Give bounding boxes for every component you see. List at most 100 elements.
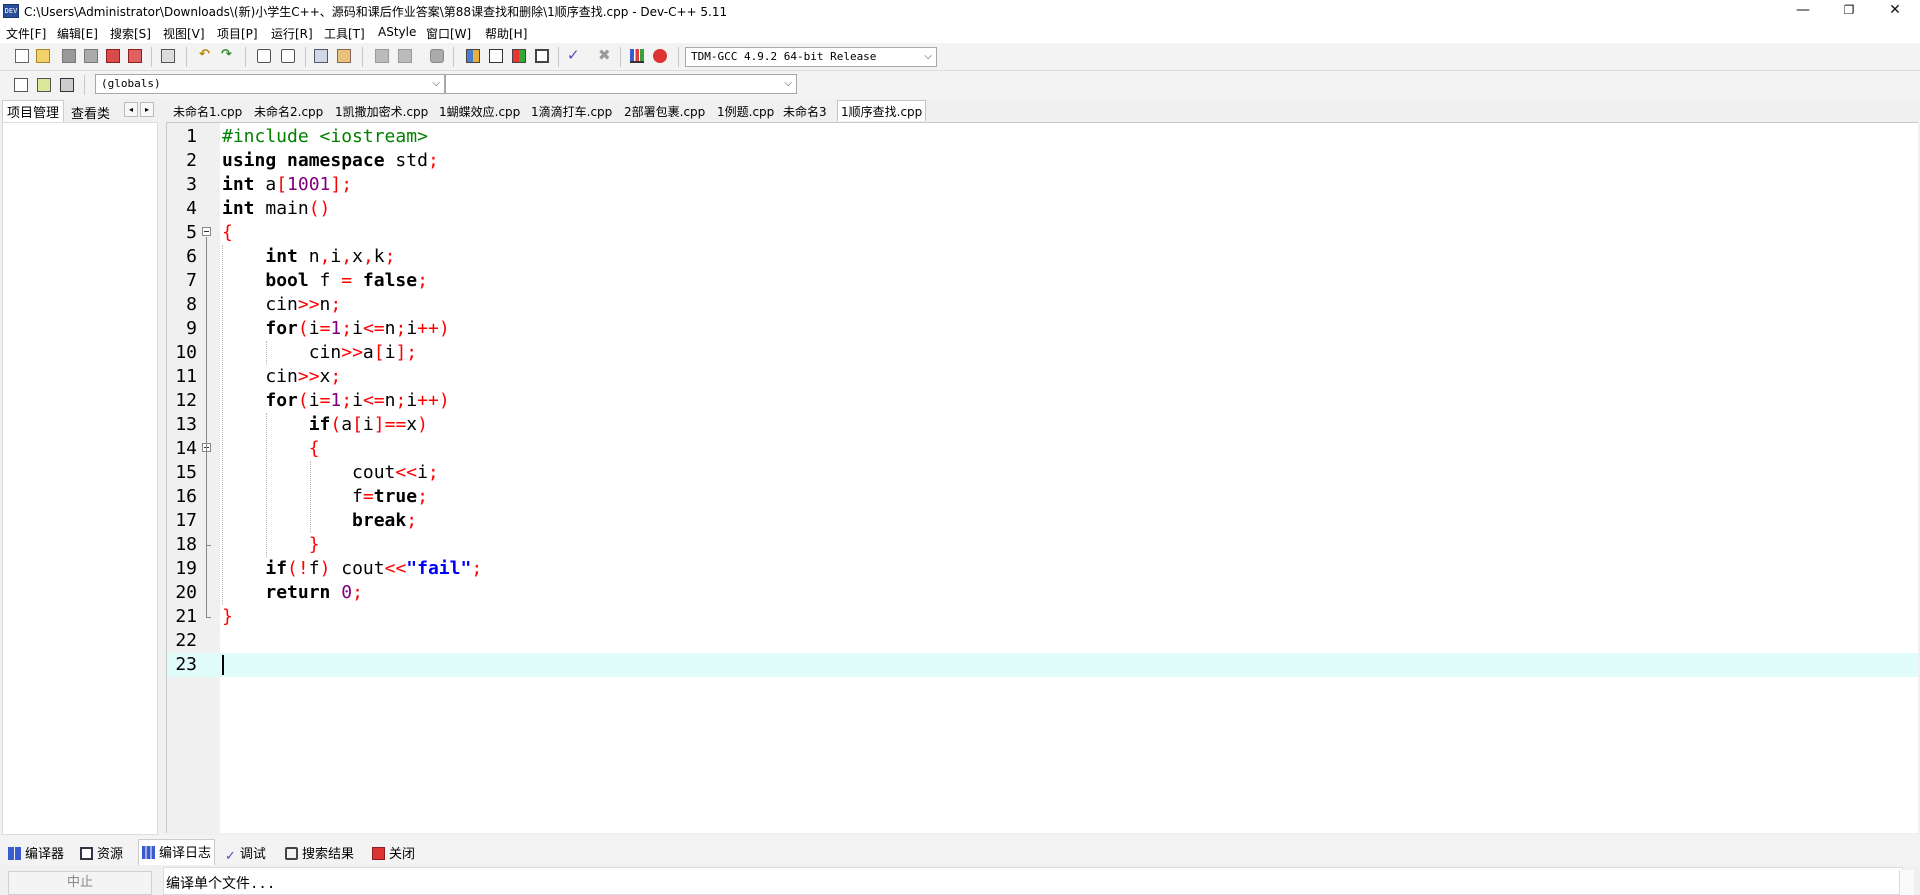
tab-debug[interactable]: ✓ 调试 [225,843,266,864]
profile-chart-icon[interactable] [627,46,647,66]
fold-region-if [206,453,207,545]
menu-astyle[interactable]: AStyle [378,25,416,39]
close-all-icon[interactable] [125,46,145,66]
code-line[interactable]: 2 using namespace std; [167,149,1918,173]
compile-log-output[interactable]: 编译单个文件... -------- [163,867,1903,895]
menu-run[interactable]: 运行[R] [271,25,313,42]
code-line[interactable]: 8 cin>>n; [167,293,1918,317]
close-button[interactable]: ✕ [1872,0,1918,22]
code-line[interactable]: 12 for(i=1;i<=n;i++) [167,389,1918,413]
log-scrollbar[interactable] [1899,870,1914,895]
goto-line-icon[interactable] [311,46,331,66]
code-text: if(a[i]==x) [308,414,428,435]
line-number: 19 [175,558,197,579]
insert-icon[interactable] [11,75,31,95]
resources-icon [80,847,93,860]
menu-project[interactable]: 项目[P] [217,25,258,42]
editor-tab[interactable]: 1滴滴打车.cpp [528,102,615,121]
code-line[interactable]: 14 { [167,437,1918,461]
compile-run-icon[interactable] [509,46,529,66]
tab-search-results-label: 搜索结果 [302,847,355,862]
delete-profile-icon[interactable] [650,46,670,66]
undo-icon[interactable]: ↶ [196,46,216,66]
code-line[interactable]: 6 int n,i,x,k; [167,245,1918,269]
toggle-bookmark-icon[interactable] [334,46,354,66]
minimize-button[interactable]: — [1780,0,1826,22]
menu-help[interactable]: 帮助[H] [485,25,527,42]
code-line[interactable]: 20 return 0; [167,581,1918,605]
compile-icon[interactable] [463,46,483,66]
tab-scroll-right-icon[interactable]: ▸ [140,102,154,117]
code-line[interactable]: 3 int a[1001]; [167,173,1918,197]
goto-declaration-icon[interactable] [34,75,54,95]
stop-button[interactable]: 中止 [8,871,152,895]
code-line[interactable]: 18 } [167,533,1918,557]
line-number: 17 [175,510,197,531]
comment-icon[interactable] [427,46,447,66]
tab-compile-log[interactable]: 编译日志 [138,839,216,865]
open-file-icon[interactable] [33,46,53,66]
editor-tab[interactable]: 1例题.cpp [714,102,777,121]
tab-resources[interactable]: 资源 [80,843,123,862]
tab-project-manager[interactable]: 项目管理 [2,100,65,122]
replace-icon[interactable] [278,46,298,66]
close-file-icon[interactable] [103,46,123,66]
redo-icon[interactable]: ↷ [218,46,238,66]
code-line[interactable]: 16 f=true; [167,485,1918,509]
code-line[interactable]: 1 #include <iostream> [167,125,1918,149]
menu-search[interactable]: 搜索[S] [110,25,151,42]
syntax-check-icon[interactable]: ✓ [564,46,584,66]
save-all-icon[interactable] [81,46,101,66]
stop-execution-icon[interactable]: ✖ [595,46,615,66]
editor-tab-active[interactable]: 1顺序查找.cpp [837,100,927,121]
find-icon[interactable] [254,46,274,66]
editor-tab[interactable]: 1蝴蝶效应.cpp [436,102,523,121]
editor-tab[interactable]: 未命名1.cpp [170,102,245,121]
tab-scroll-left-icon[interactable]: ◂ [124,102,138,117]
code-line[interactable]: 9 for(i=1;i<=n;i++) [167,317,1918,341]
tab-class-browser[interactable]: 查看类 [67,102,114,123]
editor-tab[interactable]: 1凯撒加密术.cpp [332,102,431,121]
goto-definition-icon[interactable] [57,75,77,95]
tab-close[interactable]: 关闭 [372,843,415,862]
code-line[interactable]: 15 cout<<i; [167,461,1918,485]
tab-compiler[interactable]: 编译器 [8,843,64,862]
code-line[interactable]: 17 break; [167,509,1918,533]
menu-tools[interactable]: 工具[T] [324,25,365,42]
code-line[interactable]: 22 [167,629,1918,653]
tab-search-results[interactable]: 搜索结果 [285,843,354,862]
code-line[interactable]: 19 if(!f) cout<<"fail"; [167,557,1918,581]
unindent-icon[interactable] [395,46,415,66]
menu-view[interactable]: 视图[V] [163,25,205,42]
save-icon[interactable] [59,46,79,66]
code-editor[interactable]: 1 #include <iostream> 2 using namespace std… [166,122,1918,833]
indent-guide [310,461,311,533]
run-icon[interactable] [486,46,506,66]
symbol-select[interactable]: ⌵ [445,74,797,94]
scope-select[interactable]: (globals) ⌵ [95,74,445,94]
code-line-current[interactable]: 23 [167,653,1918,677]
editor-tab[interactable]: 2部署包裹.cpp [621,102,708,121]
editor-tab[interactable]: 未命名3 [780,102,830,121]
class-toolbar: (globals) ⌵ ⌵ [0,71,1920,99]
code-line[interactable]: 10 cin>>a[i]; [167,341,1918,365]
rebuild-all-icon[interactable] [532,46,552,66]
code-line[interactable]: 7 bool f = false; [167,269,1918,293]
menu-edit[interactable]: 编辑[E] [57,25,98,42]
code-line[interactable]: 11 cin>>x; [167,365,1918,389]
fold-toggle-icon[interactable] [202,227,211,236]
code-line[interactable]: 13 if(a[i]==x) [167,413,1918,437]
code-text: int main() [222,198,331,219]
editor-tab[interactable]: 未命名2.cpp [251,102,326,121]
menu-window[interactable]: 窗口[W] [426,25,471,42]
maximize-button[interactable]: ❐ [1826,0,1872,22]
code-line[interactable]: 21} [167,605,1918,629]
compiler-select[interactable]: TDM-GCC 4.9.2 64-bit Release ⌵ [685,47,937,67]
new-file-icon[interactable] [12,46,32,66]
indent-icon[interactable] [372,46,392,66]
menu-file[interactable]: 文件[F] [6,25,46,42]
print-icon[interactable] [158,46,178,66]
code-line[interactable]: 4 int main() [167,197,1918,221]
code-line[interactable]: 5{ [167,221,1918,245]
project-tree[interactable] [2,122,158,835]
